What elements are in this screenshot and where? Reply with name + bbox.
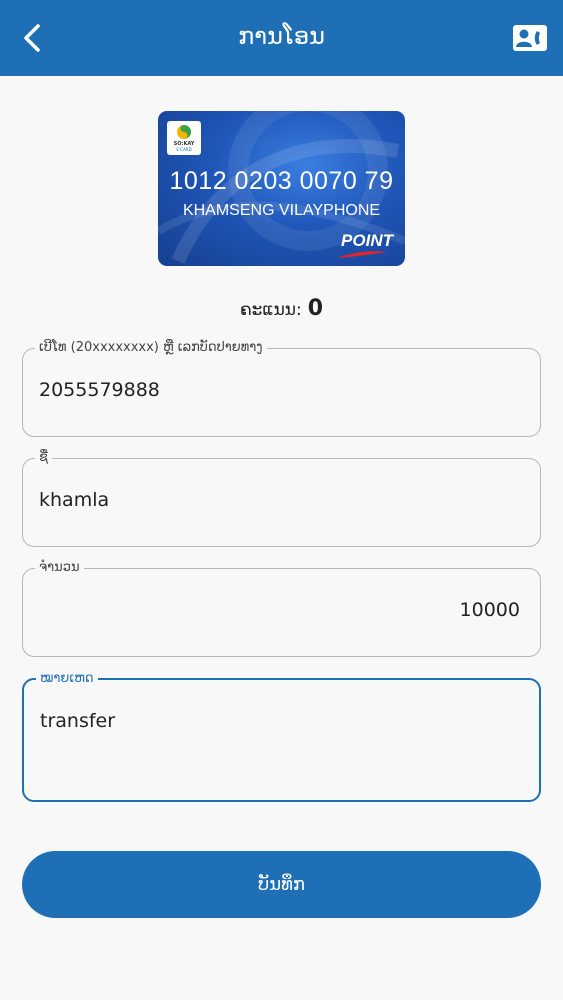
note-field[interactable]: ໝາຍເຫດ transfer (22, 670, 541, 802)
name-field-label: ຊື່ (35, 449, 52, 467)
note-field-label: ໝາຍເຫດ (36, 670, 98, 688)
point-card: SO:KAY E-CARD 1012 0203 0070 79 KHAMSENG… (158, 111, 405, 266)
points-value: 0 (307, 296, 324, 321)
phone-field-label: ເບີໂທ (20xxxxxxxx) ຫຼື ເລກບັດປາຍທາງ (35, 339, 267, 357)
card-logo-sub: E-CARD (176, 147, 192, 152)
card-holder-name: KHAMSENG VILAYPHONE (182, 202, 381, 219)
note-field-value[interactable]: transfer (40, 710, 115, 732)
points-label: ຄະແນນ: (239, 300, 302, 320)
save-button[interactable]: ບັນທຶກ (22, 851, 541, 918)
card-logo: SO:KAY E-CARD (167, 121, 201, 155)
page-title: ການໂອນ (238, 22, 325, 50)
amount-field-label: ຈຳນວນ (35, 559, 84, 577)
name-field-value[interactable]: khamla (39, 489, 109, 511)
amount-field[interactable]: ຈຳນວນ 10000 (22, 559, 541, 657)
sokay-logo-icon (177, 125, 191, 139)
app-bar: ການໂອນ (0, 0, 563, 76)
swoosh-icon (337, 251, 387, 258)
amount-field-value[interactable]: 10000 (460, 599, 520, 621)
card-number: 1012 0203 0070 79 (169, 167, 394, 195)
name-field[interactable]: ຊື່ khamla (22, 449, 541, 547)
contacts-button[interactable] (511, 20, 549, 56)
phone-field[interactable]: ເບີໂທ (20xxxxxxxx) ຫຼື ເລກບັດປາຍທາງ 2055… (22, 339, 541, 437)
phone-field-value[interactable]: 2055579888 (39, 379, 160, 401)
contact-card-icon (513, 25, 547, 51)
points-display: ຄະແນນ: 0 (0, 296, 563, 321)
card-brand: POINT (341, 231, 393, 250)
